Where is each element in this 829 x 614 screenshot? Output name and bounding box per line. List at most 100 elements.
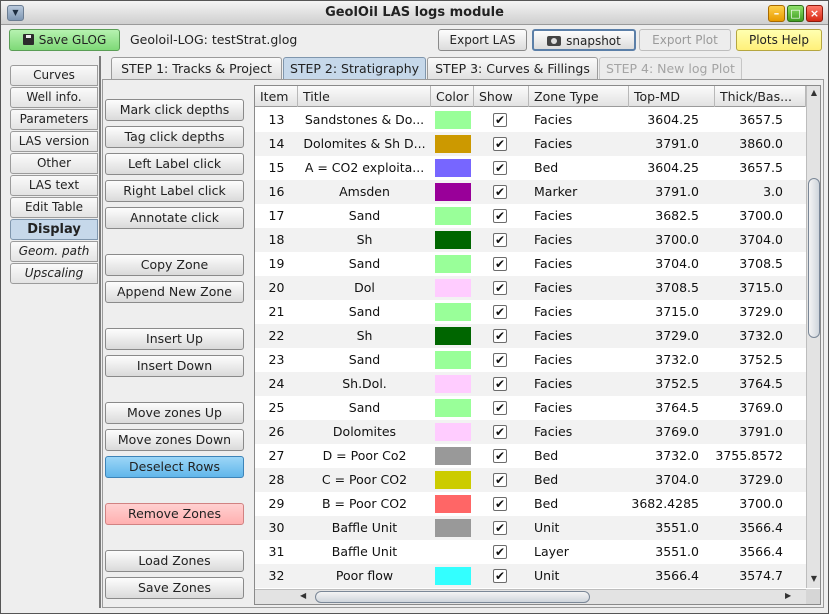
table-row[interactable]: 20 Dol Facies 3708.5 3715.0 ✔ — [255, 276, 806, 300]
title-cell[interactable]: Dol — [298, 276, 431, 300]
zone-type-cell[interactable]: Facies — [534, 204, 629, 228]
scroll-down-icon[interactable]: ▼ — [809, 574, 819, 583]
zone-type-cell[interactable]: Bed — [534, 444, 629, 468]
title-cell[interactable]: D = Poor Co2 — [298, 444, 431, 468]
load-zones-button[interactable]: Load Zones — [105, 550, 244, 572]
zone-type-cell[interactable]: Facies — [534, 420, 629, 444]
item-cell[interactable]: 19 — [255, 252, 298, 276]
thickness-cell[interactable]: 3729.0 — [715, 468, 783, 492]
zone-type-cell[interactable]: Facies — [534, 396, 629, 420]
color-swatch[interactable] — [435, 399, 471, 417]
table-row[interactable]: 18 Sh Facies 3700.0 3704.0 ✔ — [255, 228, 806, 252]
table-row[interactable]: 22 Sh Facies 3729.0 3732.0 ✔ — [255, 324, 806, 348]
zone-type-cell[interactable]: Facies — [534, 372, 629, 396]
thickness-cell[interactable]: 3700.0 — [715, 204, 783, 228]
table-row[interactable]: 23 Sand Facies 3732.0 3752.5 ✔ — [255, 348, 806, 372]
top-md-cell[interactable]: 3704.0 — [629, 468, 699, 492]
title-cell[interactable]: Sand — [298, 252, 431, 276]
zone-type-cell[interactable]: Facies — [534, 228, 629, 252]
column-header-color[interactable]: Color — [431, 86, 474, 107]
top-md-cell[interactable]: 3708.5 — [629, 276, 699, 300]
thickness-cell[interactable]: 3755.8572 — [715, 444, 783, 468]
item-cell[interactable]: 21 — [255, 300, 298, 324]
title-cell[interactable]: Sand — [298, 396, 431, 420]
zone-type-cell[interactable]: Facies — [534, 108, 629, 132]
top-md-cell[interactable]: 3791.0 — [629, 132, 699, 156]
thickness-cell[interactable]: 3732.0 — [715, 324, 783, 348]
item-cell[interactable]: 23 — [255, 348, 298, 372]
table-row[interactable]: 15 A = CO2 exploita... Bed 3604.25 3657.5 ✔ — [255, 156, 806, 180]
thickness-cell[interactable]: 3574.7 — [715, 564, 783, 588]
append-new-zone-button[interactable]: Append New Zone — [105, 281, 244, 303]
side-tab-geom-path[interactable]: Geom. path — [10, 241, 98, 262]
top-md-cell[interactable]: 3551.0 — [629, 516, 699, 540]
tab-step-1[interactable]: STEP 1: Tracks & Project — [111, 57, 282, 79]
snapshot-button[interactable]: snapshot — [532, 29, 636, 51]
item-cell[interactable]: 16 — [255, 180, 298, 204]
item-cell[interactable]: 20 — [255, 276, 298, 300]
side-tab-well-info[interactable]: Well info. — [10, 87, 98, 108]
table-row[interactable]: 29 B = Poor CO2 Bed 3682.4285 3700.0 ✔ — [255, 492, 806, 516]
thickness-cell[interactable]: 3657.5 — [715, 108, 783, 132]
color-swatch[interactable] — [435, 471, 471, 489]
color-swatch[interactable] — [435, 423, 471, 441]
color-swatch[interactable] — [435, 183, 471, 201]
table-row[interactable]: 14 Dolomites & Sh D... Facies 3791.0 3860.0 ✔ — [255, 132, 806, 156]
save-glog-button[interactable]: Save GLOG — [9, 29, 120, 51]
show-checkbox[interactable]: ✔ — [493, 113, 507, 127]
export-las-button[interactable]: Export LAS — [438, 29, 527, 51]
thickness-cell[interactable]: 3566.4 — [715, 540, 783, 564]
zone-type-cell[interactable]: Facies — [534, 132, 629, 156]
color-swatch[interactable] — [435, 303, 471, 321]
title-cell[interactable]: Baffle Unit — [298, 516, 431, 540]
thickness-cell[interactable]: 3704.0 — [715, 228, 783, 252]
title-cell[interactable]: Sh — [298, 324, 431, 348]
show-checkbox[interactable]: ✔ — [493, 161, 507, 175]
title-cell[interactable]: Sand — [298, 348, 431, 372]
left-label-click-button[interactable]: Left Label click — [105, 153, 244, 175]
show-checkbox[interactable]: ✔ — [493, 449, 507, 463]
color-swatch[interactable] — [435, 231, 471, 249]
show-checkbox[interactable]: ✔ — [493, 185, 507, 199]
color-swatch[interactable] — [435, 279, 471, 297]
table-row[interactable]: 27 D = Poor Co2 Bed 3732.0 3755.8572 ✔ — [255, 444, 806, 468]
title-cell[interactable]: Sandstones & Do... — [298, 108, 431, 132]
color-swatch[interactable] — [435, 351, 471, 369]
scroll-up-icon[interactable]: ▲ — [809, 88, 819, 97]
move-zones-down-button[interactable]: Move zones Down — [105, 429, 244, 451]
plots-help-button[interactable]: Plots Help — [736, 29, 822, 51]
color-swatch[interactable] — [435, 543, 471, 561]
thickness-cell[interactable]: 3769.0 — [715, 396, 783, 420]
color-swatch[interactable] — [435, 207, 471, 225]
table-row[interactable]: 21 Sand Facies 3715.0 3729.0 ✔ — [255, 300, 806, 324]
zone-type-cell[interactable]: Layer — [534, 540, 629, 564]
color-swatch[interactable] — [435, 135, 471, 153]
table-row[interactable]: 13 Sandstones & Do... Facies 3604.25 3657.5 ✔ — [255, 108, 806, 132]
item-cell[interactable]: 28 — [255, 468, 298, 492]
item-cell[interactable]: 22 — [255, 324, 298, 348]
column-header-show[interactable]: Show — [474, 86, 529, 107]
color-swatch[interactable] — [435, 519, 471, 537]
show-checkbox[interactable]: ✔ — [493, 353, 507, 367]
zone-type-cell[interactable]: Bed — [534, 492, 629, 516]
side-tab-las-version[interactable]: LAS version — [10, 131, 98, 152]
column-header-zone-type[interactable]: Zone Type — [529, 86, 629, 107]
top-md-cell[interactable]: 3566.4 — [629, 564, 699, 588]
thickness-cell[interactable]: 3860.0 — [715, 132, 783, 156]
column-header-item[interactable]: Item — [255, 86, 298, 107]
side-tab-upscaling[interactable]: Upscaling — [10, 263, 98, 284]
color-swatch[interactable] — [435, 255, 471, 273]
top-md-cell[interactable]: 3752.5 — [629, 372, 699, 396]
thickness-cell[interactable]: 3715.0 — [715, 276, 783, 300]
column-header-title[interactable]: Title — [298, 86, 431, 107]
top-md-cell[interactable]: 3700.0 — [629, 228, 699, 252]
maximize-icon[interactable]: □ — [787, 5, 804, 22]
top-md-cell[interactable]: 3604.25 — [629, 156, 699, 180]
close-icon[interactable]: × — [806, 5, 823, 22]
top-md-cell[interactable]: 3604.25 — [629, 108, 699, 132]
vertical-scroll-thumb[interactable] — [808, 178, 820, 338]
right-label-click-button[interactable]: Right Label click — [105, 180, 244, 202]
show-checkbox[interactable]: ✔ — [493, 425, 507, 439]
show-checkbox[interactable]: ✔ — [493, 281, 507, 295]
thickness-cell[interactable]: 3657.5 — [715, 156, 783, 180]
